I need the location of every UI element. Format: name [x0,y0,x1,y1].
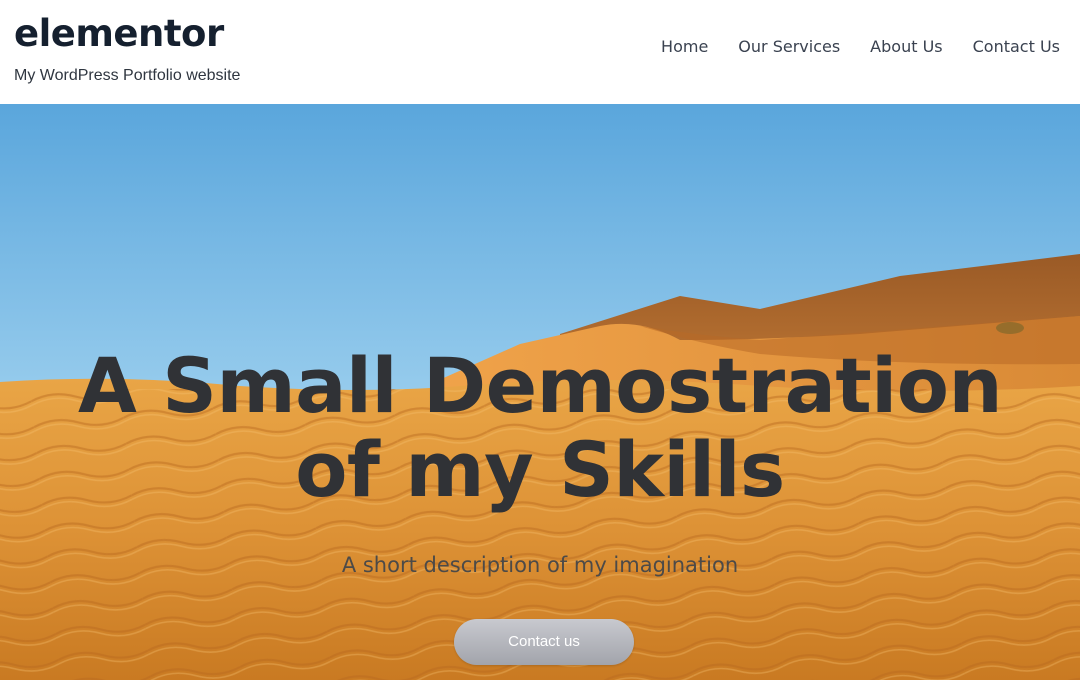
site-tagline: My WordPress Portfolio website [14,67,241,84]
contact-us-button[interactable]: Contact us [454,619,634,665]
site-header: elementor My WordPress Portfolio website… [0,0,1080,104]
hero-title-line-2: of my Skills [295,425,785,514]
hero-title-line-1: A Small Demostration [77,341,1003,430]
nav-item-our-services[interactable]: Our Services [738,37,840,56]
hero-subtitle: A short description of my imagination [341,553,739,577]
nav-item-about-us[interactable]: About Us [870,37,942,56]
hero-title: A Small Demostration of my Skills [0,344,1080,512]
main-nav: Home Our Services About Us Contact Us [661,37,1060,56]
nav-item-contact-us[interactable]: Contact Us [973,37,1060,56]
nav-item-home[interactable]: Home [661,37,708,56]
hero-section: A Small Demostration of my Skills A shor… [0,104,1080,680]
site-title[interactable]: elementor [14,12,224,55]
